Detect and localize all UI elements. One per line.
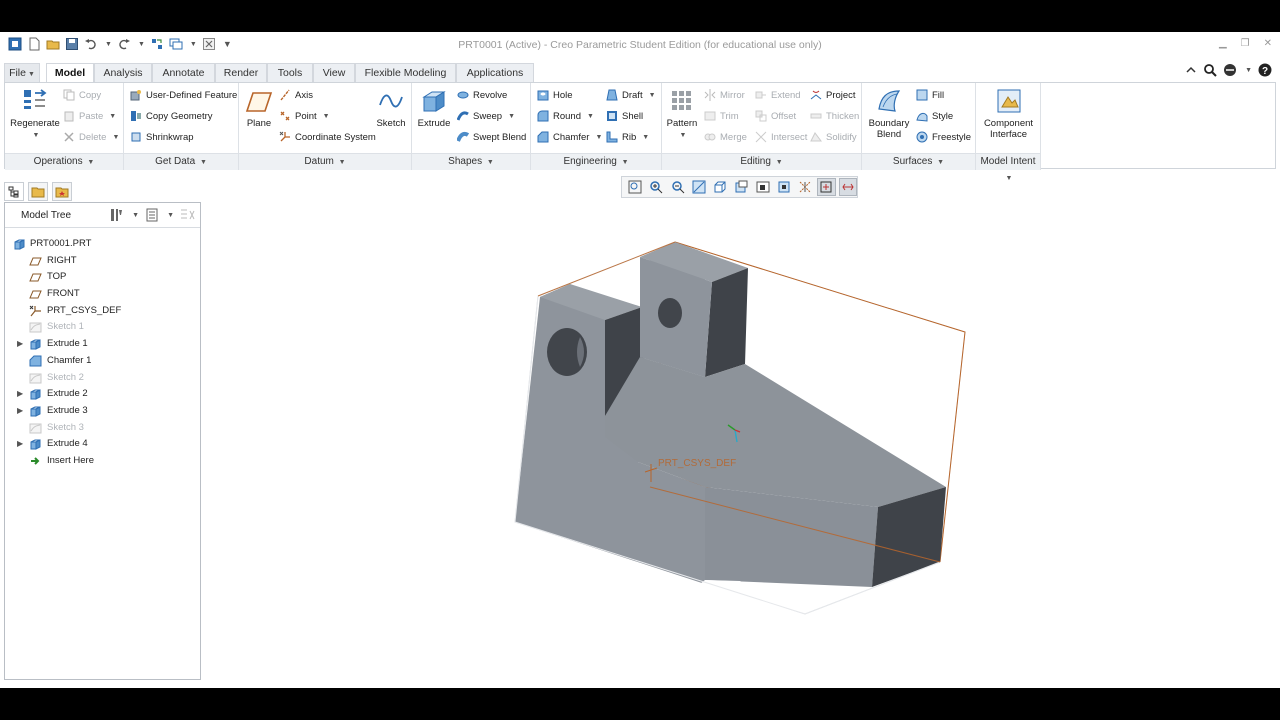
graphics-area[interactable]: PRT_CSYS_DEF [0,32,1280,688]
creo-window: ▼ ▼ ▼ ▼ PRT0001 (Active) - Creo Parametr… [0,32,1280,688]
part-model[interactable] [515,242,946,614]
csys-label: PRT_CSYS_DEF [658,458,736,469]
back-hole [658,298,682,328]
